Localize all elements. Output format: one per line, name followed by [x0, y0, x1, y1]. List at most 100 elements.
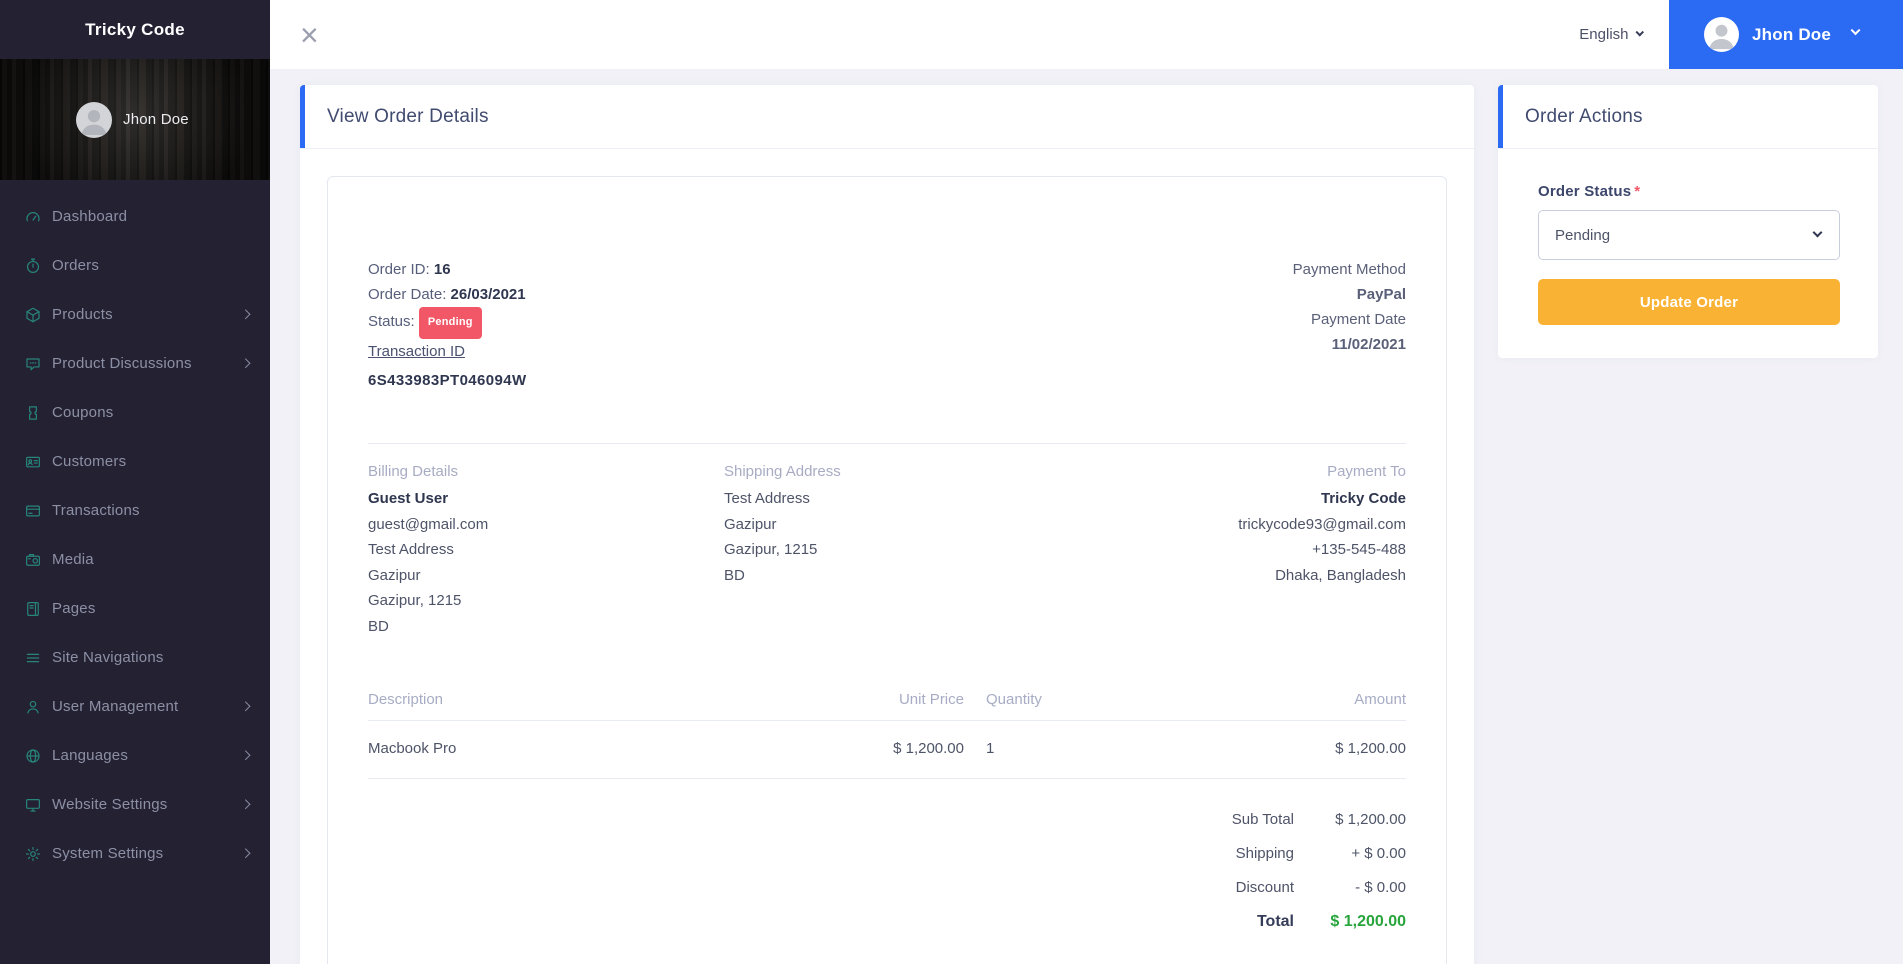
billing-details: Billing Details Guest User guest@gmail.c…	[368, 459, 724, 639]
chevron-down-icon	[1850, 25, 1861, 36]
payment-date-value: 11/02/2021	[1331, 336, 1406, 353]
sidebar-item-label: Product Discussions	[52, 355, 192, 372]
sidebar-item-website-settings[interactable]: Website Settings	[0, 780, 270, 829]
sidebar-item-label: Dashboard	[52, 208, 128, 225]
sidebar-item-orders[interactable]: Orders	[0, 241, 270, 290]
order-details-card: View Order Details Order ID: 16 Order Da…	[300, 85, 1474, 964]
chevron-down-icon	[1635, 27, 1644, 36]
sidebar-item-customers[interactable]: Customers	[0, 437, 270, 486]
close-icon[interactable]: ×	[300, 19, 319, 51]
order-date-value: 26/03/2021	[450, 286, 526, 303]
table-header-row: Description Unit Price Quantity Amount	[368, 691, 1406, 721]
sidebar-item-label: Orders	[52, 257, 100, 274]
chevron-right-icon	[240, 701, 250, 712]
avatar	[76, 101, 112, 138]
billing-name: Guest User	[368, 490, 449, 507]
sidebar-item-transactions[interactable]: Transactions	[0, 486, 270, 535]
chat-icon	[24, 355, 42, 373]
sidebar-nav: Dashboard Orders Products Product Discus…	[0, 180, 270, 878]
sidebar-item-dashboard[interactable]: Dashboard	[0, 192, 270, 241]
sidebar-item-product-discussions[interactable]: Product Discussions	[0, 339, 270, 388]
sidebar-item-pages[interactable]: Pages	[0, 584, 270, 633]
person-icon	[1709, 24, 1734, 50]
sidebar-item-label: Website Settings	[52, 796, 168, 813]
brand-logo[interactable]: Tricky Code	[0, 0, 270, 59]
item-amount: $ 1,200.00	[1335, 740, 1406, 757]
order-details-header: View Order Details	[300, 85, 1474, 149]
order-status-select[interactable]: Pending	[1538, 210, 1840, 260]
topbar: × English Jhon Doe	[270, 0, 1903, 69]
sidebar-item-label: System Settings	[52, 845, 164, 862]
sidebar-profile: Jhon Doe	[0, 59, 270, 180]
user-avatar	[1704, 17, 1739, 52]
item-quantity: 1	[986, 740, 995, 757]
order-actions-header: Order Actions	[1498, 85, 1878, 149]
menu-icon	[24, 649, 42, 667]
sidebar-item-site-navigations[interactable]: Site Navigations	[0, 633, 270, 682]
gear-icon	[24, 845, 42, 863]
stopwatch-icon	[24, 257, 42, 275]
transaction-id-value: 6S433983PT046094W	[368, 372, 527, 389]
table-row: Macbook Pro $ 1,200.00 1 $ 1,200.00	[368, 721, 1406, 779]
chevron-right-icon	[240, 358, 250, 369]
ticket-icon	[24, 404, 42, 422]
book-icon	[24, 600, 42, 618]
sidebar-item-products[interactable]: Products	[0, 290, 270, 339]
sidebar-item-coupons[interactable]: Coupons	[0, 388, 270, 437]
payment-to: Payment To Tricky Code trickycode93@gmai…	[1238, 463, 1406, 584]
chevron-right-icon	[240, 750, 250, 761]
total-amount: $ 1,200.00	[1330, 913, 1406, 930]
chevron-right-icon	[240, 799, 250, 810]
item-unit-price: $ 1,200.00	[893, 740, 964, 757]
main-content: View Order Details Order ID: 16 Order Da…	[270, 69, 1903, 964]
credit-card-icon	[24, 502, 42, 520]
page-title: View Order Details	[327, 105, 489, 127]
sidebar-item-label: Site Navigations	[52, 649, 164, 666]
id-card-icon	[24, 453, 42, 471]
update-order-button[interactable]: Update Order	[1538, 279, 1840, 325]
order-items-table: Description Unit Price Quantity Amount M…	[368, 691, 1406, 779]
sidebar-item-label: Transactions	[52, 502, 140, 519]
sidebar-item-label: Customers	[52, 453, 127, 470]
payment-method-value: PayPal	[1356, 286, 1406, 303]
profile-name: Jhon Doe	[123, 111, 189, 128]
address-section: Billing Details Guest User guest@gmail.c…	[368, 459, 1406, 639]
language-dropdown[interactable]: English	[1579, 26, 1644, 43]
user-menu[interactable]: Jhon Doe	[1669, 0, 1903, 69]
sidebar-item-system-settings[interactable]: System Settings	[0, 829, 270, 878]
sidebar-item-label: Languages	[52, 747, 129, 764]
chevron-right-icon	[240, 848, 250, 859]
order-totals: Sub Total $ 1,200.00 Shipping + $ 0.00 D…	[368, 809, 1406, 932]
payment-date-label: Payment Date	[1310, 311, 1406, 328]
subtotal-row: Sub Total $ 1,200.00	[1231, 811, 1406, 828]
box-icon	[24, 306, 42, 324]
invoice-box: Order ID: 16 Order Date: 26/03/2021 Stat…	[327, 176, 1447, 964]
sidebar-item-label: Pages	[52, 600, 96, 617]
globe-icon	[24, 747, 42, 765]
required-marker: *	[1634, 183, 1641, 200]
camera-icon	[24, 551, 42, 569]
sidebar: Tricky Code Jhon Doe Dashboard Orders Pr…	[0, 0, 270, 964]
user-name: Jhon Doe	[1752, 24, 1832, 44]
monitor-icon	[24, 796, 42, 814]
order-actions-title: Order Actions	[1525, 105, 1643, 127]
status-badge: Pending	[418, 307, 482, 339]
sidebar-item-languages[interactable]: Languages	[0, 731, 270, 780]
user-icon	[24, 698, 42, 716]
sidebar-item-label: Products	[52, 306, 113, 323]
order-status-row: Status: Pending	[368, 307, 527, 339]
sidebar-item-label: User Management	[52, 698, 179, 715]
order-id-value: 16	[433, 261, 451, 278]
sidebar-item-user-management[interactable]: User Management	[0, 682, 270, 731]
order-status-label: Order Status *	[1538, 183, 1641, 200]
person-icon	[81, 109, 107, 135]
order-date-row: Order Date: 26/03/2021	[368, 286, 526, 303]
order-meta: Order ID: 16 Order Date: 26/03/2021 Stat…	[368, 257, 1406, 393]
order-id-row: Order ID: 16	[368, 261, 451, 278]
sidebar-item-media[interactable]: Media	[0, 535, 270, 584]
payment-to-name: Tricky Code	[1320, 490, 1406, 507]
gauge-icon	[24, 208, 42, 226]
item-description: Macbook Pro	[368, 740, 457, 757]
transaction-id-link[interactable]: Transaction ID	[368, 343, 465, 360]
sidebar-item-label: Coupons	[52, 404, 114, 421]
